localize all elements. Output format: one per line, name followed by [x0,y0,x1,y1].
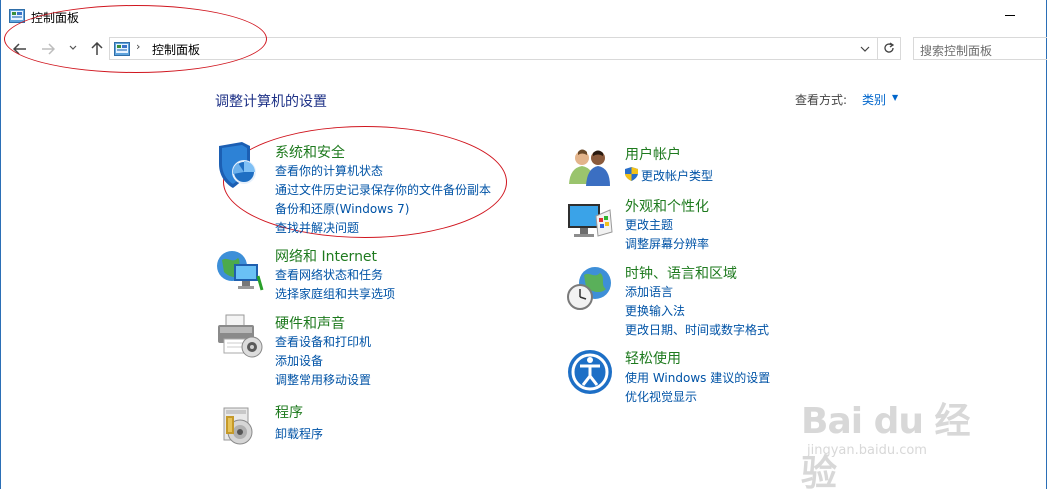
chevron-down-icon [860,46,870,52]
printer-icon [218,314,263,358]
control-panel-icon [9,9,25,23]
breadcrumb[interactable]: 控制面板 [152,41,200,58]
link-change-input-method[interactable]: 更换输入法 [625,302,685,319]
back-button[interactable] [10,38,30,60]
link-add-language[interactable]: 添加语言 [625,283,673,300]
category-title[interactable]: 时钟、语言和区域 [625,263,737,283]
link-backup-restore[interactable]: 备份和还原(Windows 7) [275,200,409,217]
watermark-logo: Bai du 经验 [801,401,971,489]
link-file-history[interactable]: 通过文件历史记录保存你的文件备份副本 [275,181,491,198]
category-hardware-sound: 硬件和声音 查看设备和打印机 添加设备 调整常用移动设置 [216,313,516,389]
minimize-button[interactable] [1003,6,1019,22]
user-accounts-icon [569,149,610,186]
clock-globe-icon [567,267,611,310]
category-programs: 程序 卸载程序 [216,402,516,452]
address-dropdown-button[interactable] [860,40,874,56]
category-appearance: 外观和个性化 更改主题 调整屏幕分辨率 [566,196,866,252]
category-title[interactable]: 硬件和声音 [275,313,345,333]
ease-of-access-icon [568,350,612,394]
category-title[interactable]: 网络和 Internet [275,246,377,266]
page-title: 调整计算机的设置 [215,94,327,110]
category-title[interactable]: 程序 [275,402,303,422]
programs-icon [223,407,253,445]
category-title[interactable]: 用户帐户 [625,144,681,164]
refresh-icon [884,42,895,53]
address-bar[interactable]: › 控制面板 [109,37,878,60]
forward-button[interactable] [38,38,58,60]
baidu-watermark: Bai du 经验 jingyan.baidu.com [801,392,1001,489]
link-view-computer-status[interactable]: 查看你的计算机状态 [275,162,383,179]
link-troubleshoot[interactable]: 查找并解决问题 [275,219,359,236]
window-title: 控制面板 [31,11,80,25]
link-homegroup[interactable]: 选择家庭组和共享选项 [275,285,395,302]
viewby-chevron-icon[interactable]: ▼ [892,93,898,102]
title-bar: 控制面板 [1,0,1046,34]
link-uninstall-program[interactable]: 卸载程序 [275,425,323,442]
category-user-accounts: 用户帐户 更改帐户类型 [566,144,866,190]
arrow-left-icon [12,43,26,55]
link-add-device[interactable]: 添加设备 [275,352,323,369]
search-placeholder: 搜索控制面板 [920,44,993,58]
refresh-button[interactable] [878,37,901,60]
arrow-right-icon [42,43,56,55]
link-network-status[interactable]: 查看网络状态和任务 [275,266,383,283]
control-panel-window: 控制面板 › 控制面板 搜索控制面板 调整计算机的设置 查看方式: 类别 ▼ 系… [0,0,1047,489]
arrow-up-icon [91,41,103,55]
link-change-account-type[interactable]: 更改帐户类型 [641,167,713,184]
category-clock-language-region: 时钟、语言和区域 添加语言 更换输入法 更改日期、时间或数字格式 [566,263,866,339]
category-network-internet: 网络和 Internet 查看网络状态和任务 选择家庭组和共享选项 [216,246,516,306]
link-devices-printers[interactable]: 查看设备和打印机 [275,333,371,350]
link-change-theme[interactable]: 更改主题 [625,216,673,233]
link-screen-resolution[interactable]: 调整屏幕分辨率 [625,235,709,252]
control-panel-icon [114,42,130,56]
recent-locations-button[interactable] [65,38,81,60]
network-globe-icon [217,251,264,291]
viewby-dropdown[interactable]: 类别 [862,91,886,108]
chevron-down-icon [69,45,77,50]
link-optimize-visual-display[interactable]: 优化视觉显示 [625,388,697,405]
category-title[interactable]: 外观和个性化 [625,196,709,216]
category-title[interactable]: 轻松使用 [625,348,681,368]
category-system-security: 系统和安全 查看你的计算机状态 通过文件历史记录保存你的文件备份副本 备份和还原… [216,142,516,238]
link-date-time-format[interactable]: 更改日期、时间或数字格式 [625,321,769,338]
link-mobility-settings[interactable]: 调整常用移动设置 [275,371,371,388]
uac-shield-icon [625,167,638,181]
link-recommended-settings[interactable]: 使用 Windows 建议的设置 [625,369,770,386]
security-shield-icon [219,142,256,188]
watermark-url: jingyan.baidu.com [807,443,927,458]
viewby-label: 查看方式: [795,93,848,107]
navigation-bar: › 控制面板 搜索控制面板 [1,36,1047,62]
category-title[interactable]: 系统和安全 [275,142,345,162]
up-button[interactable] [87,38,107,60]
search-input[interactable]: 搜索控制面板 [913,37,1047,60]
appearance-monitor-icon [568,204,613,237]
breadcrumb-separator: › [136,40,141,53]
